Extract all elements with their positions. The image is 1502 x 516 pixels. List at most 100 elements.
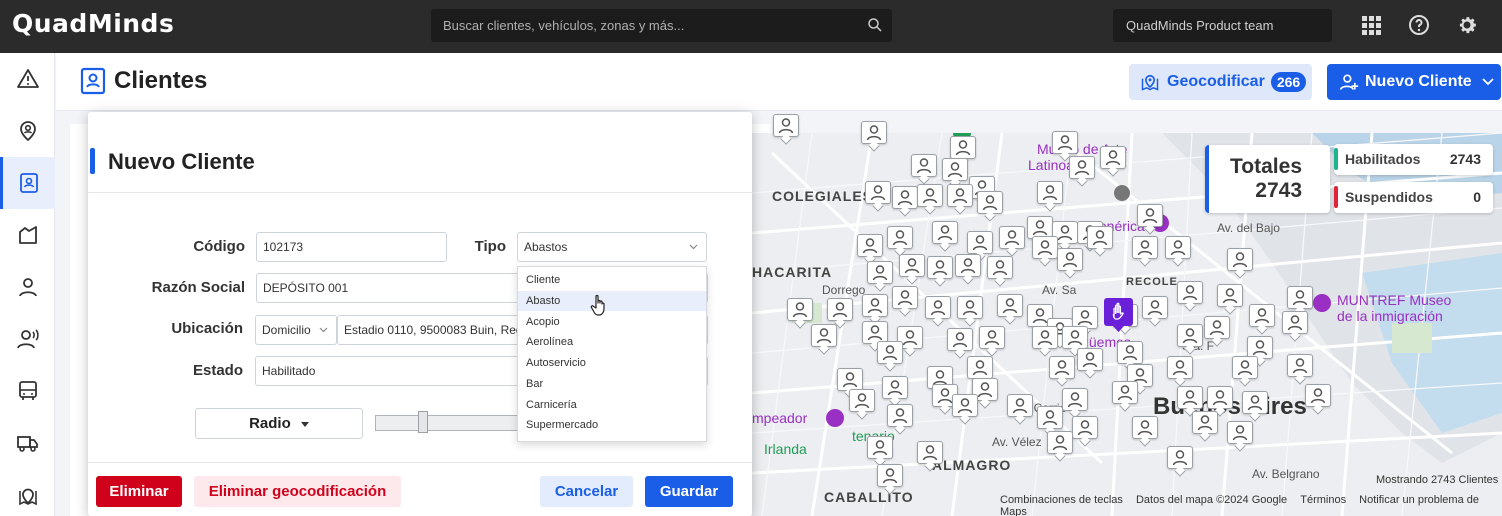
search-icon[interactable]: [866, 16, 884, 34]
client-marker[interactable]: [887, 226, 913, 257]
client-marker[interactable]: [827, 298, 853, 329]
client-marker[interactable]: [952, 394, 978, 425]
client-marker[interactable]: [867, 436, 893, 467]
radius-slider-thumb[interactable]: [418, 411, 428, 433]
client-marker[interactable]: [1167, 446, 1193, 477]
client-marker[interactable]: [862, 294, 888, 325]
client-marker[interactable]: [857, 234, 883, 265]
sidebar-item-deliveries[interactable]: [0, 417, 55, 469]
sidebar-item-users[interactable]: [0, 261, 55, 313]
client-marker[interactable]: [932, 221, 958, 252]
client-marker[interactable]: [1167, 356, 1193, 387]
client-marker[interactable]: [1057, 248, 1083, 279]
client-marker[interactable]: [1232, 356, 1258, 387]
sidebar-item-locations[interactable]: [0, 105, 55, 157]
type-select[interactable]: Abastos: [517, 232, 707, 262]
new-client-button[interactable]: Nuevo Cliente: [1327, 64, 1501, 100]
client-marker[interactable]: [1072, 416, 1098, 447]
client-marker[interactable]: [865, 181, 891, 212]
client-marker[interactable]: [947, 184, 973, 215]
client-marker[interactable]: [1242, 391, 1268, 422]
client-marker[interactable]: [997, 294, 1023, 325]
terms-link[interactable]: Términos: [1300, 494, 1346, 506]
client-marker[interactable]: [1177, 281, 1203, 312]
client-marker[interactable]: [849, 389, 875, 420]
client-marker[interactable]: [979, 326, 1005, 357]
dropdown-option[interactable]: Abasto: [518, 291, 706, 311]
sidebar-item-voice[interactable]: [0, 313, 55, 365]
settings-gear-icon[interactable]: [1455, 13, 1479, 37]
apps-grid-icon[interactable]: [1359, 13, 1383, 37]
dropdown-option[interactable]: Acopio: [518, 312, 706, 332]
client-marker[interactable]: [787, 298, 813, 329]
client-marker[interactable]: [1032, 236, 1058, 267]
enabled-stat[interactable]: Habilitados 2743: [1334, 144, 1493, 175]
client-marker[interactable]: [1142, 296, 1168, 327]
search-input[interactable]: [443, 9, 863, 42]
client-marker[interactable]: [1032, 326, 1058, 357]
client-marker[interactable]: [861, 121, 887, 152]
client-marker[interactable]: [1177, 324, 1203, 355]
keyboard-shortcuts-link[interactable]: Combinaciones de teclas: [1000, 494, 1123, 506]
delete-button[interactable]: Eliminar: [96, 476, 182, 507]
client-marker[interactable]: [1204, 316, 1230, 347]
radius-dropdown-button[interactable]: Radio: [195, 408, 363, 439]
client-marker[interactable]: [773, 114, 799, 145]
client-marker[interactable]: [811, 324, 837, 355]
client-marker[interactable]: [877, 341, 903, 372]
client-marker[interactable]: [1287, 354, 1313, 385]
client-marker[interactable]: [1077, 348, 1103, 379]
geocode-button[interactable]: Geocodificar 266: [1129, 64, 1312, 100]
radius-slider-track[interactable]: [375, 415, 525, 431]
delete-geocode-button[interactable]: Eliminar geocodificación: [194, 476, 401, 507]
client-marker[interactable]: [917, 184, 943, 215]
client-marker[interactable]: [887, 404, 913, 435]
client-marker[interactable]: [1087, 226, 1113, 257]
sidebar-item-vehicles[interactable]: [0, 365, 55, 417]
client-marker[interactable]: [892, 186, 918, 217]
client-marker[interactable]: [1305, 384, 1331, 415]
dropdown-option[interactable]: Autoservicio: [518, 353, 706, 373]
client-marker[interactable]: [957, 296, 983, 327]
client-marker[interactable]: [977, 191, 1003, 222]
dropdown-option[interactable]: Aerolínea: [518, 332, 706, 352]
client-marker[interactable]: [1192, 411, 1218, 442]
client-marker[interactable]: [999, 226, 1025, 257]
client-marker[interactable]: [1282, 311, 1308, 342]
dropdown-option[interactable]: Supermercado: [518, 415, 706, 435]
sidebar-item-routes[interactable]: [0, 469, 55, 516]
client-marker[interactable]: [867, 261, 893, 292]
client-marker[interactable]: [1227, 248, 1253, 279]
client-marker[interactable]: [1287, 286, 1313, 317]
save-button[interactable]: Guardar: [645, 476, 733, 507]
client-marker[interactable]: [899, 254, 925, 285]
client-marker[interactable]: [1069, 156, 1095, 187]
client-marker[interactable]: [1112, 381, 1138, 412]
client-marker[interactable]: [1132, 236, 1158, 267]
client-marker[interactable]: [892, 286, 918, 317]
client-marker[interactable]: [917, 441, 943, 472]
client-marker[interactable]: [1100, 146, 1126, 177]
client-marker[interactable]: [1249, 304, 1275, 335]
team-selector[interactable]: QuadMinds Product team: [1113, 9, 1332, 42]
client-marker[interactable]: [1165, 236, 1191, 267]
client-marker[interactable]: [1062, 388, 1088, 419]
sidebar-item-zones[interactable]: [0, 209, 55, 261]
client-marker[interactable]: [955, 254, 981, 285]
client-marker[interactable]: [1037, 406, 1063, 437]
client-marker[interactable]: [1047, 431, 1073, 462]
client-marker[interactable]: [1049, 356, 1075, 387]
sidebar-item-clients[interactable]: [0, 157, 55, 209]
code-field[interactable]: 102173: [256, 232, 447, 262]
location-type-select[interactable]: Domicilio: [255, 315, 337, 345]
client-marker[interactable]: [1217, 284, 1243, 315]
client-marker[interactable]: [1037, 181, 1063, 212]
client-marker[interactable]: [1137, 204, 1163, 235]
client-marker[interactable]: [1007, 394, 1033, 425]
client-marker[interactable]: [927, 256, 953, 287]
cancel-button[interactable]: Cancelar: [540, 476, 633, 507]
global-search[interactable]: [431, 9, 892, 42]
sidebar-item-alerts[interactable]: [0, 53, 55, 105]
suspended-stat[interactable]: Suspendidos 0: [1334, 182, 1493, 213]
client-marker[interactable]: [1207, 386, 1233, 417]
